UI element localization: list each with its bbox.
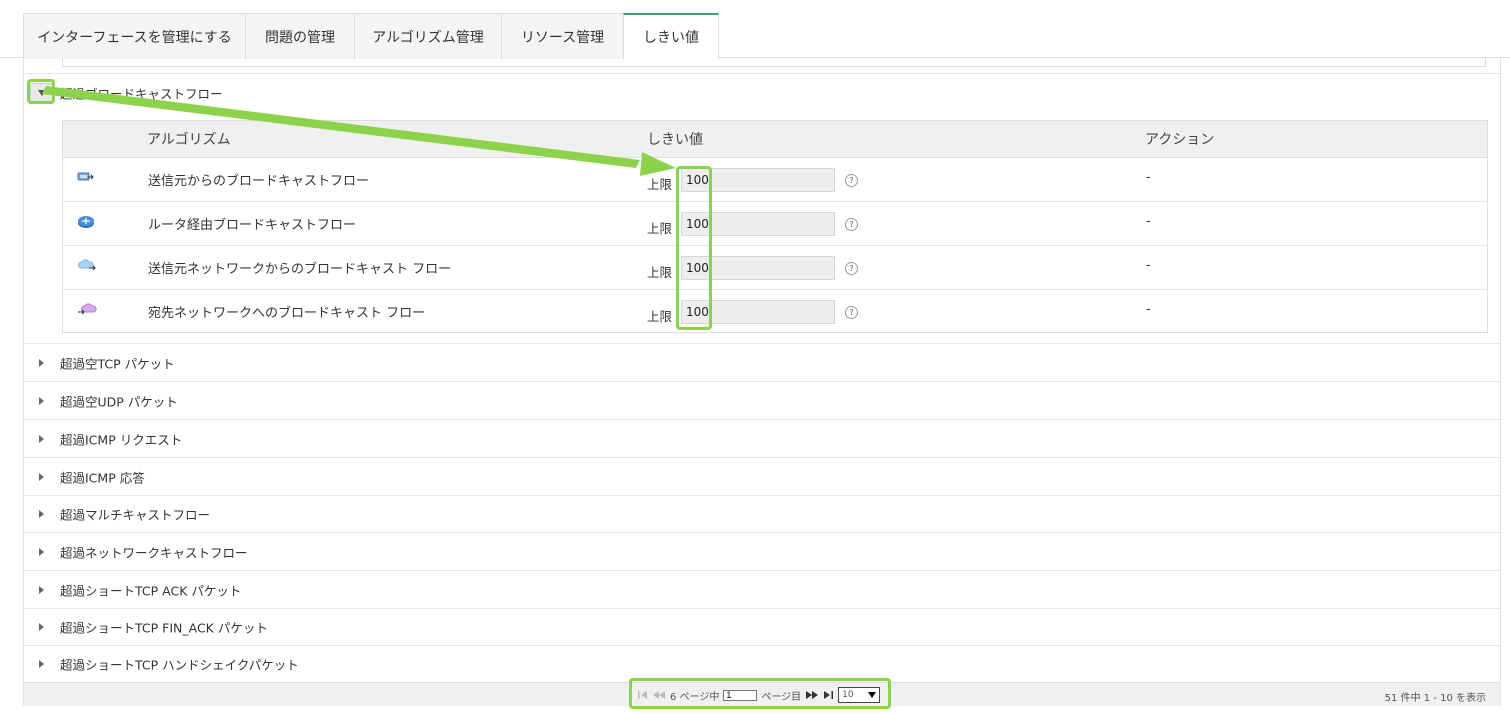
pagination-bar: 6 ページ中 ページ目 10 51 件中 1 - 10 を表示 (24, 682, 1500, 706)
tab-label: アルゴリズム管理 (372, 29, 484, 46)
limit-label: 上限 (647, 221, 673, 236)
group-row[interactable]: 超過ショートTCP FIN_ACK パケット (24, 608, 1500, 645)
cloud-in-icon (77, 302, 97, 316)
table-header: アルゴリズム しきい値 アクション (63, 121, 1487, 158)
algorithm-name: 宛先ネットワークへのブロードキャスト フロー (148, 306, 426, 321)
tab-resource-management[interactable]: リソース管理 (501, 13, 624, 59)
group-row[interactable]: 超過空TCP パケット (24, 343, 1500, 381)
triangle-right-icon (39, 396, 44, 405)
triangle-right-icon (39, 434, 44, 443)
threshold-input[interactable]: 100 (681, 300, 835, 324)
action-value: - (1146, 258, 1151, 273)
limit-label: 上限 (647, 265, 673, 280)
group-label: 超過空UDP パケット (60, 394, 178, 409)
network-source-icon (77, 170, 95, 184)
group-label: 超過ICMP 応答 (60, 470, 145, 485)
triangle-right-icon (39, 660, 44, 668)
limit-label: 上限 (647, 177, 673, 192)
group-label: 超過マルチキャストフロー (60, 507, 211, 523)
threshold-panel: 超過ブロードキャストフロー アルゴリズム しきい値 アクション 送信元からのブロ… (23, 58, 1501, 706)
action-value: - (1146, 170, 1151, 185)
group-row[interactable]: 超過ICMP リクエスト (24, 419, 1500, 457)
triangle-right-icon (39, 510, 44, 518)
group-row[interactable]: 超過ショートTCP ACK パケット (24, 570, 1500, 608)
group-row[interactable]: 超過マルチキャストフロー (24, 495, 1500, 532)
tab-label: 問題の管理 (265, 29, 335, 46)
group-row[interactable]: 超過ショートTCP ハンドシェイクパケット (24, 645, 1500, 682)
next-page-icon[interactable] (805, 690, 819, 700)
group-row[interactable]: 超過ネットワークキャストフロー (24, 532, 1500, 570)
tab-thresholds[interactable]: しきい値 (623, 13, 719, 59)
page-of-label: 6 ページ中 (670, 691, 720, 703)
page-number-input[interactable] (723, 689, 758, 701)
group-title: 超過ブロードキャストフロー (60, 86, 223, 101)
triangle-right-icon (39, 358, 44, 367)
group-row[interactable]: 超過ICMP 応答 (24, 457, 1500, 495)
group-label: 超過ICMP リクエスト (60, 432, 183, 447)
group-row[interactable]: 超過空UDP パケット (24, 381, 1500, 419)
help-icon[interactable]: ? (845, 306, 858, 319)
header-threshold: しきい値 (647, 132, 703, 148)
chevron-down-icon (868, 692, 877, 698)
router-icon (77, 214, 95, 228)
result-summary: 51 件中 1 - 10 を表示 (1384, 693, 1486, 704)
action-value: - (1146, 214, 1151, 229)
help-icon[interactable]: ? (845, 218, 858, 231)
table-row: 送信元からのブロードキャストフロー 上限 100 ? - (63, 158, 1487, 202)
group-label: 超過空TCP パケット (60, 356, 175, 371)
limit-label: 上限 (647, 309, 673, 324)
page-suffix-label: ページ目 (761, 691, 802, 703)
group-label: 超過ネットワークキャストフロー (60, 545, 248, 560)
header-algorithm: アルゴリズム (147, 132, 231, 148)
threshold-input[interactable]: 100 (681, 168, 835, 192)
header-action: アクション (1145, 132, 1215, 148)
tab-manage-problems[interactable]: 問題の管理 (245, 13, 355, 59)
page-size-value: 10 (842, 690, 854, 700)
triangle-right-icon (39, 472, 44, 481)
top-strip (62, 58, 1486, 67)
table-row: 宛先ネットワークへのブロードキャスト フロー 上限 100 ? - (63, 290, 1487, 334)
tab-label: リソース管理 (520, 29, 605, 46)
collapse-toggle-button[interactable] (30, 83, 53, 102)
group-label: 超過ショートTCP FIN_ACK パケット (60, 620, 268, 636)
page-size-select[interactable]: 10 (838, 687, 881, 703)
help-icon[interactable]: ? (845, 262, 858, 275)
help-icon[interactable]: ? (845, 174, 858, 187)
table-row: ルータ経由ブロードキャストフロー 上限 100 ? - (63, 202, 1487, 246)
threshold-input[interactable]: 100 (681, 212, 835, 236)
tab-bar: インターフェースを管理にする 問題の管理 アルゴリズム管理 リソース管理 しきい… (0, 0, 1510, 59)
algorithm-name: 送信元ネットワークからのブロードキャスト フロー (148, 262, 452, 277)
triangle-right-icon (39, 547, 44, 556)
triangle-down-icon (37, 89, 46, 96)
prev-page-icon[interactable] (652, 690, 666, 700)
algorithm-name: 送信元からのブロードキャストフロー (148, 174, 370, 189)
algorithm-name: ルータ経由ブロードキャストフロー (148, 218, 357, 233)
tab-manage-interfaces[interactable]: インターフェースを管理にする (23, 13, 246, 59)
tab-algorithm-management[interactable]: アルゴリズム管理 (354, 13, 502, 59)
triangle-right-icon (39, 623, 44, 631)
tab-label: インターフェースを管理にする (37, 29, 232, 46)
first-page-icon[interactable] (638, 690, 648, 700)
pagination-controls: 6 ページ中 ページ目 10 (638, 683, 881, 707)
group-header-broadcast-flow[interactable]: 超過ブロードキャストフロー (24, 73, 1500, 111)
group-label: 超過ショートTCP ハンドシェイクパケット (60, 657, 299, 673)
last-page-icon[interactable] (823, 690, 834, 700)
group-label: 超過ショートTCP ACK パケット (60, 583, 242, 598)
tab-label: しきい値 (643, 30, 699, 46)
action-value: - (1146, 302, 1151, 317)
cloud-out-icon (77, 258, 96, 272)
triangle-right-icon (39, 585, 44, 594)
table-row: 送信元ネットワークからのブロードキャスト フロー 上限 100 ? - (63, 246, 1487, 290)
algorithm-table: アルゴリズム しきい値 アクション 送信元からのブロードキャストフロー 上限 1… (62, 120, 1488, 333)
threshold-input[interactable]: 100 (681, 256, 835, 280)
